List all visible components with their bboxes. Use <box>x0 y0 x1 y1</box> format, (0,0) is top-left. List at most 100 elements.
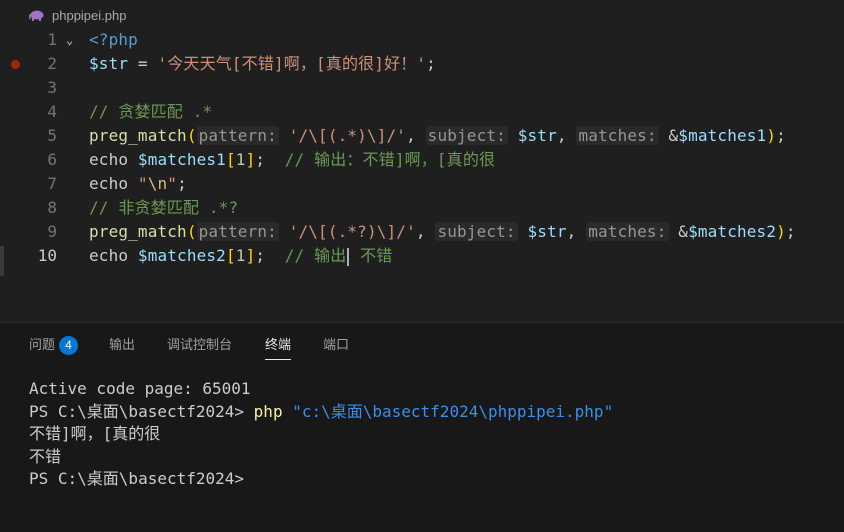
code-token: // 贪婪匹配 .* <box>89 102 213 121</box>
terminal-argument: "c:\桌面\basectf2024\phppipei.php" <box>282 401 614 421</box>
php-elephant-icon <box>29 10 44 21</box>
panel-tab[interactable]: 终端 <box>265 335 292 360</box>
code-token: \n <box>147 174 168 193</box>
code-token: ] <box>245 150 256 169</box>
panel-tab[interactable]: 端口 <box>323 335 349 355</box>
line-number: 1 <box>47 30 57 49</box>
code-token: 1 <box>235 246 246 265</box>
code-token: ( <box>186 222 197 241</box>
code-line[interactable]: 5 preg_match(pattern: '/\[(.*)\]/', subje… <box>0 124 844 148</box>
code-token: , <box>556 126 577 145</box>
code-token: $matches2 <box>688 222 777 241</box>
code-line[interactable]: 8 // 非贪婪匹配 .*? <box>0 196 844 220</box>
panel-tab-label: 调试控制台 <box>167 337 233 352</box>
inlay-hint: matches: <box>586 222 669 241</box>
code-token: ; <box>255 150 285 169</box>
code-line[interactable]: 1 ⌄ <?php <box>0 28 844 52</box>
code-token: ( <box>186 126 197 145</box>
code-token: $str <box>89 54 129 73</box>
code-token: " <box>137 174 148 193</box>
editor-breadcrumb[interactable]: phppipei.php <box>0 0 844 30</box>
code-token: ; <box>785 222 796 241</box>
inlay-hint: subject: <box>435 222 518 241</box>
code-token: $matches1 <box>137 150 226 169</box>
code-token: echo <box>89 174 138 193</box>
code-token: ] <box>245 246 256 265</box>
terminal-output[interactable]: Active code page: 65001 PS C:\桌面\basectf2… <box>29 378 613 491</box>
code-line[interactable]: 2 $str = '今天天气[不错]啊，[真的很]好！'; <box>0 52 844 76</box>
terminal-command: php <box>253 401 283 421</box>
code-line[interactable]: 7 echo "\n"; <box>0 172 844 196</box>
code-token: // 输出：不错]啊，[真的很 <box>284 150 496 169</box>
code-token: , <box>566 222 587 241</box>
code-token: preg_match <box>89 222 187 241</box>
panel-tabs: 问题 4 输出 调试控制台 终端 端口 <box>0 323 844 365</box>
line-number: 2 <box>47 54 57 73</box>
code-token: , <box>415 222 436 241</box>
code-token: ; <box>255 246 285 265</box>
terminal-line: PS C:\桌面\basectf2024> <box>29 469 245 488</box>
code-token: // 输出 <box>284 246 347 265</box>
code-line[interactable]: 6 echo $matches1[1]; // 输出：不错]啊，[真的很 <box>0 148 844 172</box>
code-line[interactable]: 10 echo $matches2[1]; // 输出 不错 <box>0 244 844 268</box>
code-token: $matches1 <box>678 126 767 145</box>
panel-tab[interactable]: 问题 4 <box>29 335 79 355</box>
code-token: & <box>668 222 689 241</box>
line-number: 6 <box>47 150 57 169</box>
code-token: preg_match <box>89 126 187 145</box>
code-token: = <box>128 54 158 73</box>
terminal-prompt: PS C:\桌面\basectf2024> <box>29 401 254 421</box>
code-editor[interactable]: 1 ⌄ <?php 2 $str = '今天天气[不错]啊，[真的很]好！'; 3 4 // … <box>0 28 844 322</box>
code-token: '/\[(.*)\]/' <box>288 126 407 145</box>
code-token: ; <box>426 54 436 73</box>
code-text[interactable]: preg_match(pattern: '/\[(.*?)\]/', subje… <box>89 220 796 244</box>
breadcrumb-filename[interactable]: phppipei.php <box>52 8 126 23</box>
panel-tab[interactable]: 输出 <box>109 335 135 355</box>
code-text[interactable]: echo $matches2[1]; // 输出 不错 <box>89 244 392 268</box>
code-token: $matches2 <box>137 246 226 265</box>
code-token: [ <box>225 150 236 169</box>
code-token: echo <box>89 246 138 265</box>
problems-count-badge: 4 <box>59 336 79 355</box>
panel-tab[interactable]: 调试控制台 <box>167 335 232 355</box>
code-token: '今天天气[不错]啊，[真的很]好！' <box>157 54 427 73</box>
code-line[interactable]: 4 // 贪婪匹配 .* <box>0 100 844 124</box>
panel-tab-label: 终端 <box>265 337 292 352</box>
code-token: ) <box>766 126 777 145</box>
fold-chevron-icon[interactable]: ⌄ <box>66 28 82 52</box>
terminal-line: 不错 <box>29 446 62 466</box>
code-token: 不错 <box>350 246 393 265</box>
code-text[interactable]: echo $matches1[1]; // 输出：不错]啊，[真的很 <box>89 148 495 172</box>
code-token: echo <box>89 150 138 169</box>
code-line[interactable]: 3 <box>0 76 844 100</box>
code-token: ; <box>177 174 187 193</box>
code-token: ; <box>776 126 786 145</box>
code-token: ) <box>776 222 786 241</box>
code-token: // 非贪婪匹配 .*? <box>89 198 239 217</box>
code-text[interactable]: $str = '今天天气[不错]啊，[真的很]好！'; <box>89 52 436 76</box>
terminal-line: Active code page: 65001 <box>29 379 251 398</box>
code-text[interactable]: preg_match(pattern: '/\[(.*)\]/', subjec… <box>89 124 786 148</box>
code-token: " <box>167 174 178 193</box>
terminal-line: PS C:\桌面\basectf2024> php "c:\桌面\basectf… <box>29 401 613 424</box>
code-token: , <box>406 126 426 145</box>
code-token: & <box>658 126 679 145</box>
code-text[interactable]: echo "\n"; <box>89 172 187 196</box>
line-number: 7 <box>47 174 57 193</box>
line-number: 10 <box>37 246 57 265</box>
code-line[interactable]: 9 preg_match(pattern: '/\[(.*?)\]/', subj… <box>0 220 844 244</box>
line-number: 5 <box>47 126 57 145</box>
inlay-hint: pattern: <box>196 222 279 241</box>
code-text[interactable]: <?php <box>89 28 138 52</box>
code-token: 1 <box>235 150 246 169</box>
code-text[interactable]: // 非贪婪匹配 .*? <box>89 196 238 220</box>
code-text[interactable]: // 贪婪匹配 .* <box>89 100 212 124</box>
panel-tab-label: 问题 <box>29 337 56 352</box>
terminal-line: 不错]啊，[真的很 <box>29 424 161 443</box>
bottom-panel: 问题 4 输出 调试控制台 终端 端口 Active code page: 65001 PS… <box>0 322 844 532</box>
line-number: 8 <box>47 198 57 217</box>
code-token: $str <box>527 222 567 241</box>
